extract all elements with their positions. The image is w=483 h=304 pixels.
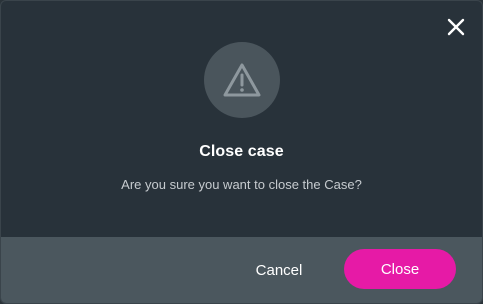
close-icon[interactable] xyxy=(444,15,468,39)
close-button[interactable]: Close xyxy=(344,249,456,289)
warning-triangle-icon xyxy=(223,63,261,97)
dialog-title: Close case xyxy=(199,143,284,160)
close-case-dialog: Close case Are you sure you want to clos… xyxy=(0,0,483,304)
cancel-button[interactable]: Cancel xyxy=(239,255,319,285)
dialog-footer: Cancel Close xyxy=(1,237,482,303)
warning-icon-circle xyxy=(204,42,280,118)
dialog-message: Are you sure you want to close the Case? xyxy=(121,177,362,192)
